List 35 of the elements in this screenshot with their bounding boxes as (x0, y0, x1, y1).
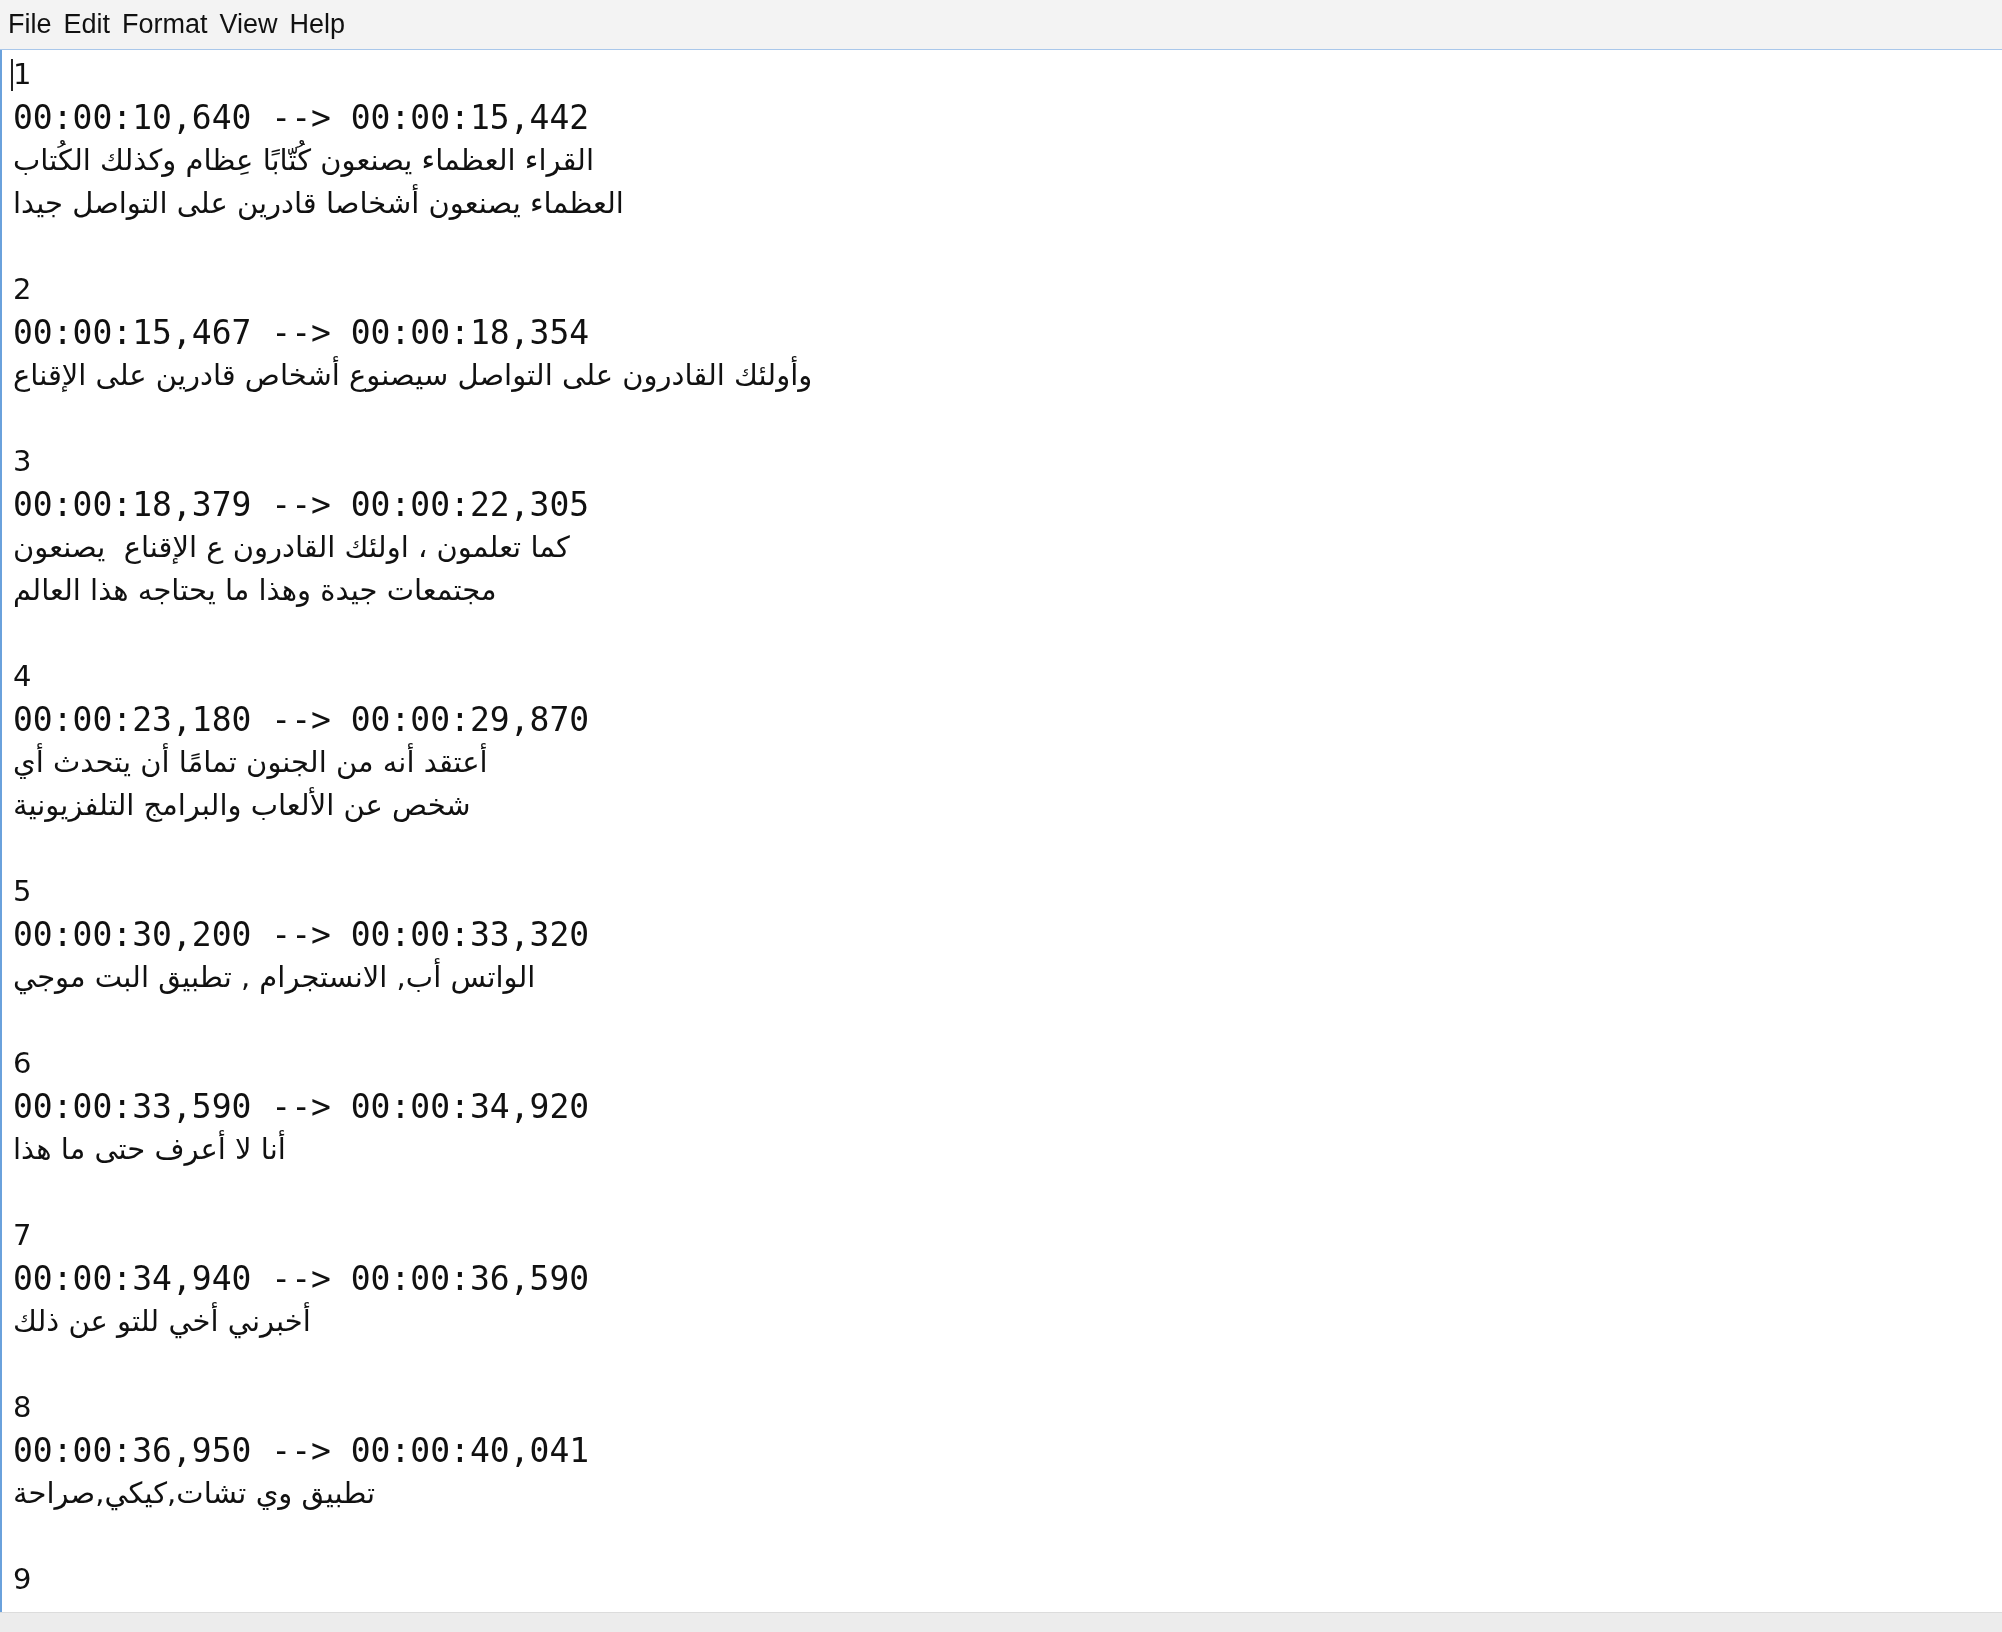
timestamp-line: 00:00:36,950 --> 00:00:40,041 (13, 1431, 590, 1470)
timestamp-line: 00:00:15,467 --> 00:00:18,354 (13, 313, 590, 352)
cue-number: 9 (13, 1562, 32, 1596)
subtitle-line: أعتقد أنه من الجنون تمامًا أن يتحدث أي (13, 742, 488, 781)
cue-number: 6 (13, 1046, 32, 1080)
cue-number: 8 (13, 1390, 32, 1424)
timestamp-line: 00:00:18,379 --> 00:00:22,305 (13, 485, 590, 524)
text-cursor (11, 59, 13, 91)
timestamp-line: 00:00:34,940 --> 00:00:36,590 (13, 1259, 590, 1298)
subtitle-line: تطبيق وي تشات,كيكي,صراحة (13, 1475, 376, 1513)
cue-number: 7 (13, 1218, 32, 1252)
cue-number: 3 (13, 444, 32, 478)
timestamp-line: 00:00:23,180 --> 00:00:29,870 (13, 700, 590, 739)
timestamp-line: 00:00:30,200 --> 00:00:33,320 (13, 915, 590, 954)
subtitle-line: أخبرني أخي للتو عن ذلك (13, 1301, 311, 1341)
subtitle-line: العظماء يصنعون أشخاصا قادرين على التواصل جيدا (13, 183, 624, 222)
subtitle-line: أنا لا أعرف حتى ما هذا (13, 1129, 286, 1168)
subtitle-line: الواتس أب, الانستجرام , تطبيق البت موجي (13, 957, 536, 997)
cue-number: 1 (13, 57, 32, 91)
menu-item[interactable]: File (8, 9, 52, 40)
menu-item[interactable]: Help (289, 9, 346, 40)
subtitle-line: كما تعلمون ، اولئك القادرون ع الإقناع يصنعون (13, 529, 570, 566)
menu-item[interactable]: Edit (63, 9, 111, 40)
menu-item[interactable]: View (219, 9, 278, 40)
subtitle-line: شخص عن الألعاب والبرامج التلفزيونية (13, 786, 471, 824)
subtitle-line: القراء العظماء يصنعون كُتّابًا عِظام وكذلك الكُتاب (13, 139, 594, 182)
cue-number: 4 (13, 659, 32, 693)
timestamp-line: 00:00:33,590 --> 00:00:34,920 (13, 1087, 590, 1126)
subtitle-line: مجتمعات جيدة وهذا ما يحتاجه هذا العالم (13, 572, 497, 609)
scrollbar[interactable] (0, 1612, 2002, 1632)
timestamp-line: 00:00:10,640 --> 00:00:15,442 (13, 98, 590, 137)
subtitle-line: وأولئك القادرون على التواصل سيصنوع أشخاص قادرين على الإقناع (13, 355, 813, 394)
cue-number: 2 (13, 272, 32, 306)
menu-item[interactable]: Format (122, 9, 208, 40)
cue-number: 5 (13, 874, 32, 908)
